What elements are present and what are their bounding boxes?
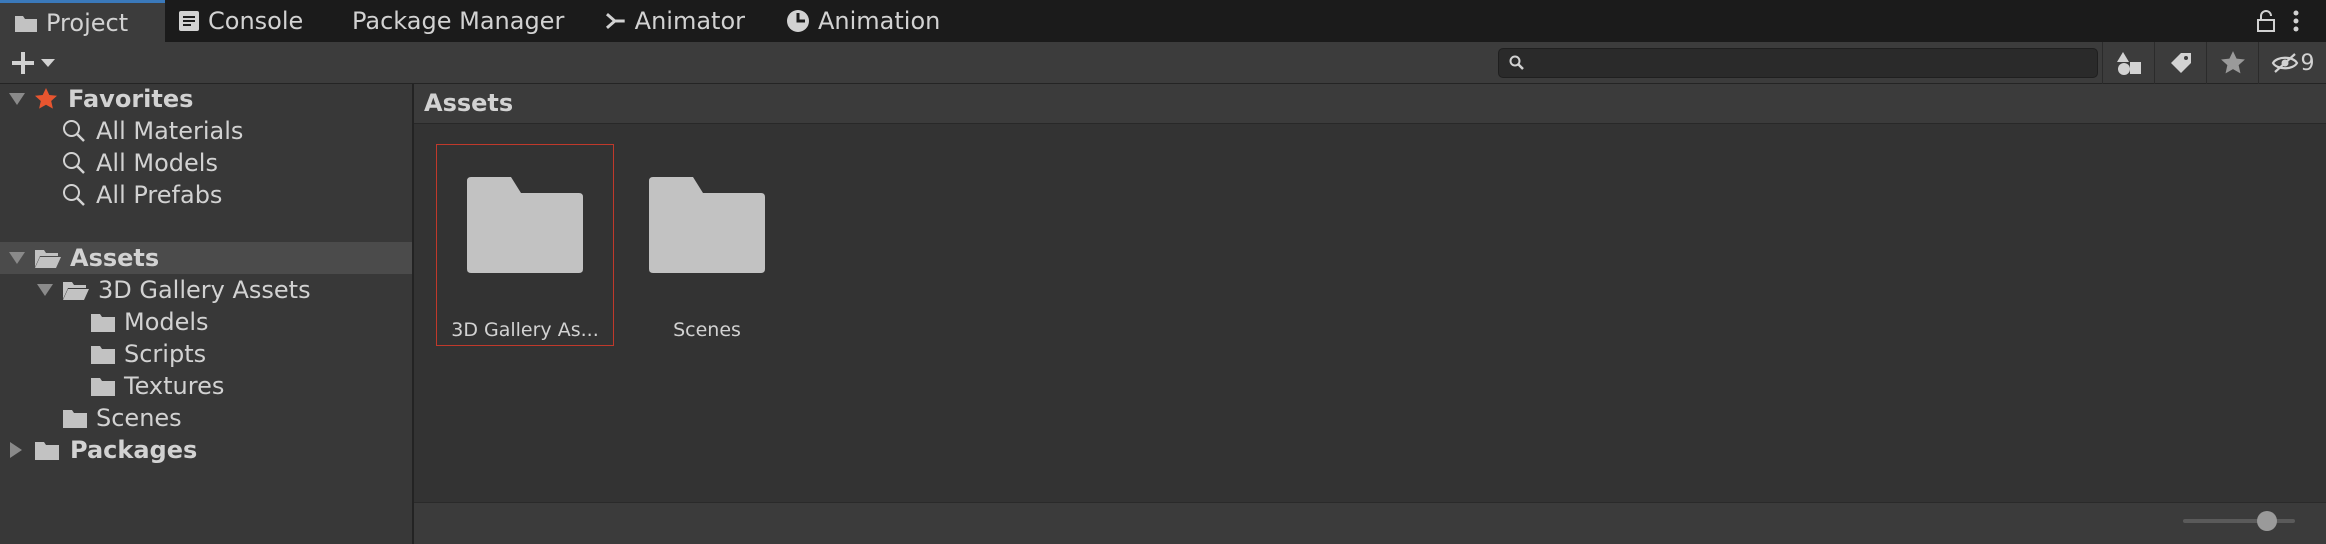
breadcrumb-bar [414,84,2326,124]
status-bar [414,502,2326,544]
tree-item-scripts[interactable]: Scripts [90,338,206,370]
tab-label: Package Manager [352,7,565,35]
tree-item-scenes[interactable]: Scenes [62,402,182,434]
folder-icon [649,177,765,273]
tab-animator[interactable]: Animator [605,0,745,42]
search-icon [63,120,85,142]
grid-item-3d-gallery-assets[interactable]: 3D Gallery As... [435,155,615,345]
tree-item-label: Packages [70,436,198,464]
tree-item-favorites[interactable]: Favorites [8,83,193,115]
expand-triangle-icon[interactable] [36,282,54,298]
chevron-down-icon [41,59,55,67]
hidden-packages-toggle[interactable]: 9 [2258,42,2326,84]
expand-triangle-icon[interactable] [8,91,26,107]
grid-item-label: Scenes [673,319,741,341]
folder-icon [91,378,115,396]
tab-label: Project [46,8,129,37]
tree-item-all-prefabs[interactable]: All Prefabs [62,179,222,211]
grid-item-scenes[interactable]: Scenes [617,155,797,345]
search-icon [1509,55,1524,70]
more-options-icon[interactable] [2292,10,2300,32]
shapes-icon [2116,52,2141,75]
tab-label: Animator [634,7,745,35]
tree-item-label: All Prefabs [96,181,223,209]
tab-animation[interactable]: Animation [786,0,946,42]
tree-item-label: Assets [70,244,160,272]
tree-item-models[interactable]: Models [90,306,209,338]
tree-item-textures[interactable]: Textures [90,370,224,402]
tree-item-all-models[interactable]: All Models [62,147,218,179]
tree-item-label: All Models [96,149,218,177]
tree-item-label: Scenes [96,404,182,432]
console-icon [179,11,199,31]
tree-item-label: Favorites [68,85,194,113]
tab-label: Animation [818,7,941,35]
tree-item-label: Models [124,308,209,336]
folder-icon [35,442,59,460]
folder-icon [467,177,583,273]
tab-label: Console [208,7,304,35]
star-icon [2220,51,2245,74]
create-button[interactable] [10,48,66,78]
tree-item-label: All Materials [96,117,244,145]
folder-icon [91,314,115,332]
search-icon [63,184,85,206]
zoom-slider-thumb[interactable] [2257,511,2277,531]
expand-triangle-icon[interactable] [8,250,26,266]
collapsed-triangle-icon[interactable] [8,441,24,459]
breadcrumb-assets[interactable]: Assets [424,89,513,117]
folder-icon [15,15,37,32]
clock-icon [787,10,809,32]
tree-item-packages[interactable]: Packages [8,434,197,466]
tag-icon [2170,53,2191,73]
tree-item-label: Scripts [124,340,207,368]
tab-package-manager[interactable]: Package Manager [352,0,572,42]
animator-icon [605,12,625,30]
search-icon [63,152,85,174]
search-input[interactable] [1498,48,2098,78]
folder-icon [63,410,87,428]
folder-open-icon [35,250,61,268]
tree-item-label: Textures [124,372,225,400]
folder-icon [91,346,115,364]
tree-item-assets[interactable]: Assets [8,242,159,274]
tree-item-3d-gallery-assets[interactable]: 3D Gallery Assets [36,274,311,306]
tree-item-label: 3D Gallery Assets [98,276,311,304]
grid-item-label: 3D Gallery As... [451,319,599,341]
eye-hidden-icon [2271,53,2298,73]
lock-icon[interactable] [2256,10,2276,32]
folder-open-icon [63,282,89,300]
plus-icon [12,52,34,74]
favorites-filter-button[interactable] [2206,42,2258,84]
hidden-count: 9 [2300,50,2315,76]
search-by-type-button[interactable] [2102,42,2154,84]
tab-console[interactable]: Console [178,0,328,42]
zoom-slider-track[interactable] [2183,519,2295,523]
search-by-label-button[interactable] [2154,42,2206,84]
tree-item-all-materials[interactable]: All Materials [62,115,243,147]
favorites-star-icon [35,88,57,109]
tab-project[interactable]: Project [0,0,165,42]
tab-bar [0,0,2326,42]
